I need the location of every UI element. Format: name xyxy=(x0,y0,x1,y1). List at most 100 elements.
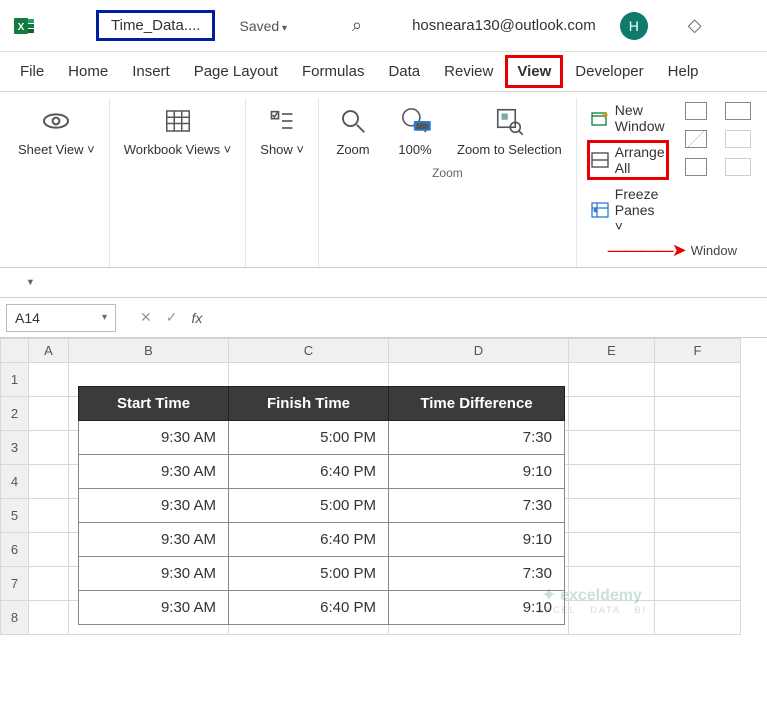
row-header[interactable]: 6 xyxy=(1,533,29,567)
tab-help[interactable]: Help xyxy=(656,55,711,88)
hide-button[interactable] xyxy=(685,130,707,148)
sheet-view-button[interactable]: Sheet View ˅ xyxy=(10,98,103,162)
unhide-button[interactable] xyxy=(685,158,707,176)
namebox-dropdown-icon[interactable]: ▾ xyxy=(102,312,107,323)
table-cell[interactable]: 7:30 xyxy=(389,557,565,591)
table-cell[interactable]: 9:30 AM xyxy=(79,421,229,455)
tab-view[interactable]: View xyxy=(505,55,563,88)
table-cell[interactable]: 9:10 xyxy=(389,455,565,489)
name-box[interactable]: A14 ▾ xyxy=(6,304,116,332)
arrange-all-button[interactable]: Arrange All xyxy=(587,140,669,180)
cell[interactable] xyxy=(569,363,655,397)
tab-formulas[interactable]: Formulas xyxy=(290,55,377,88)
zoom-button[interactable]: Zoom xyxy=(325,98,381,162)
row-header[interactable]: 7 xyxy=(1,567,29,601)
table-cell[interactable]: 9:30 AM xyxy=(79,489,229,523)
table-row[interactable]: 9:30 AM6:40 PM9:10 xyxy=(79,523,565,557)
table-row[interactable]: 9:30 AM6:40 PM9:10 xyxy=(79,455,565,489)
cell[interactable] xyxy=(569,567,655,601)
ribbon-collapse-bar[interactable]: ▸ xyxy=(0,268,767,298)
table-cell[interactable]: 9:30 AM xyxy=(79,455,229,489)
zoom-selection-button[interactable]: Zoom to Selection xyxy=(449,98,570,162)
tab-data[interactable]: Data xyxy=(376,55,432,88)
cell[interactable] xyxy=(29,601,69,635)
document-name[interactable]: Time_Data.... xyxy=(96,10,215,41)
col-header[interactable]: D xyxy=(389,339,569,363)
sync-scroll-button[interactable] xyxy=(725,130,751,148)
new-window-button[interactable]: New Window xyxy=(587,100,669,136)
col-header[interactable]: E xyxy=(569,339,655,363)
split-button[interactable] xyxy=(685,102,707,120)
row-header[interactable]: 2 xyxy=(1,397,29,431)
cell[interactable] xyxy=(655,397,741,431)
cell[interactable] xyxy=(655,601,741,635)
table-cell[interactable]: 7:30 xyxy=(389,489,565,523)
col-header[interactable]: C xyxy=(229,339,389,363)
cell[interactable] xyxy=(29,397,69,431)
cell[interactable] xyxy=(29,533,69,567)
row-header[interactable]: 1 xyxy=(1,363,29,397)
cell[interactable] xyxy=(569,397,655,431)
table-row[interactable]: 9:30 AM5:00 PM7:30 xyxy=(79,421,565,455)
confirm-formula-icon[interactable]: ✓ xyxy=(166,309,178,326)
tab-home[interactable]: Home xyxy=(56,55,120,88)
cell[interactable] xyxy=(569,499,655,533)
reset-pos-button[interactable] xyxy=(725,158,751,176)
table-row[interactable]: 9:30 AM5:00 PM7:30 xyxy=(79,489,565,523)
tab-page-layout[interactable]: Page Layout xyxy=(182,55,290,88)
show-button[interactable]: Show ˅ xyxy=(252,98,312,162)
row-header[interactable]: 5 xyxy=(1,499,29,533)
table-cell[interactable]: 9:30 AM xyxy=(79,557,229,591)
col-header[interactable]: F xyxy=(655,339,741,363)
table-cell[interactable]: 5:00 PM xyxy=(229,557,389,591)
cell[interactable] xyxy=(569,601,655,635)
view-side-button[interactable] xyxy=(725,102,751,120)
cell[interactable] xyxy=(29,499,69,533)
cell[interactable] xyxy=(569,431,655,465)
table-row[interactable]: 9:30 AM6:40 PM9:10 xyxy=(79,591,565,625)
cell[interactable] xyxy=(655,363,741,397)
table-cell[interactable]: 9:30 AM xyxy=(79,591,229,625)
diamond-icon[interactable]: ◇ xyxy=(688,15,702,36)
table-cell[interactable]: 6:40 PM xyxy=(229,591,389,625)
table-cell[interactable]: 6:40 PM xyxy=(229,523,389,557)
cell[interactable] xyxy=(655,465,741,499)
tab-file[interactable]: File xyxy=(8,55,56,88)
col-header[interactable]: A xyxy=(29,339,69,363)
table-cell[interactable]: 5:00 PM xyxy=(229,421,389,455)
row-header[interactable]: 8 xyxy=(1,601,29,635)
col-header[interactable]: B xyxy=(69,339,229,363)
cell[interactable] xyxy=(29,431,69,465)
row-header[interactable]: 4 xyxy=(1,465,29,499)
search-icon[interactable]: ⌕ xyxy=(352,15,362,36)
fx-icon[interactable]: fx xyxy=(191,310,202,326)
user-avatar[interactable]: H xyxy=(620,12,648,40)
worksheet[interactable]: A B C D E F 12345678 Start TimeFinish Ti… xyxy=(0,338,767,635)
table-cell[interactable]: 5:00 PM xyxy=(229,489,389,523)
cancel-formula-icon[interactable]: ✕ xyxy=(140,309,152,326)
cell[interactable] xyxy=(29,567,69,601)
cell[interactable] xyxy=(569,465,655,499)
cell[interactable] xyxy=(569,533,655,567)
tab-review[interactable]: Review xyxy=(432,55,505,88)
select-all-corner[interactable] xyxy=(1,339,29,363)
table-cell[interactable]: 9:10 xyxy=(389,523,565,557)
tab-developer[interactable]: Developer xyxy=(563,55,655,88)
cell[interactable] xyxy=(655,567,741,601)
cell[interactable] xyxy=(29,465,69,499)
zoom-100-button[interactable]: 100 100% xyxy=(387,98,443,162)
table-row[interactable]: 9:30 AM5:00 PM7:30 xyxy=(79,557,565,591)
table-cell[interactable]: 6:40 PM xyxy=(229,455,389,489)
cell[interactable] xyxy=(655,533,741,567)
freeze-panes-button[interactable]: * Freeze Panes ˅ xyxy=(587,184,669,236)
cell[interactable] xyxy=(29,363,69,397)
table-cell[interactable]: 7:30 xyxy=(389,421,565,455)
row-header[interactable]: 3 xyxy=(1,431,29,465)
cell[interactable] xyxy=(655,431,741,465)
cell[interactable] xyxy=(655,499,741,533)
user-email[interactable]: hosneara130@outlook.com xyxy=(412,17,596,34)
workbook-views-button[interactable]: Workbook Views ˅ xyxy=(116,98,240,162)
table-cell[interactable]: 9:10 xyxy=(389,591,565,625)
tab-insert[interactable]: Insert xyxy=(120,55,182,88)
save-status[interactable]: Saved xyxy=(239,18,287,34)
